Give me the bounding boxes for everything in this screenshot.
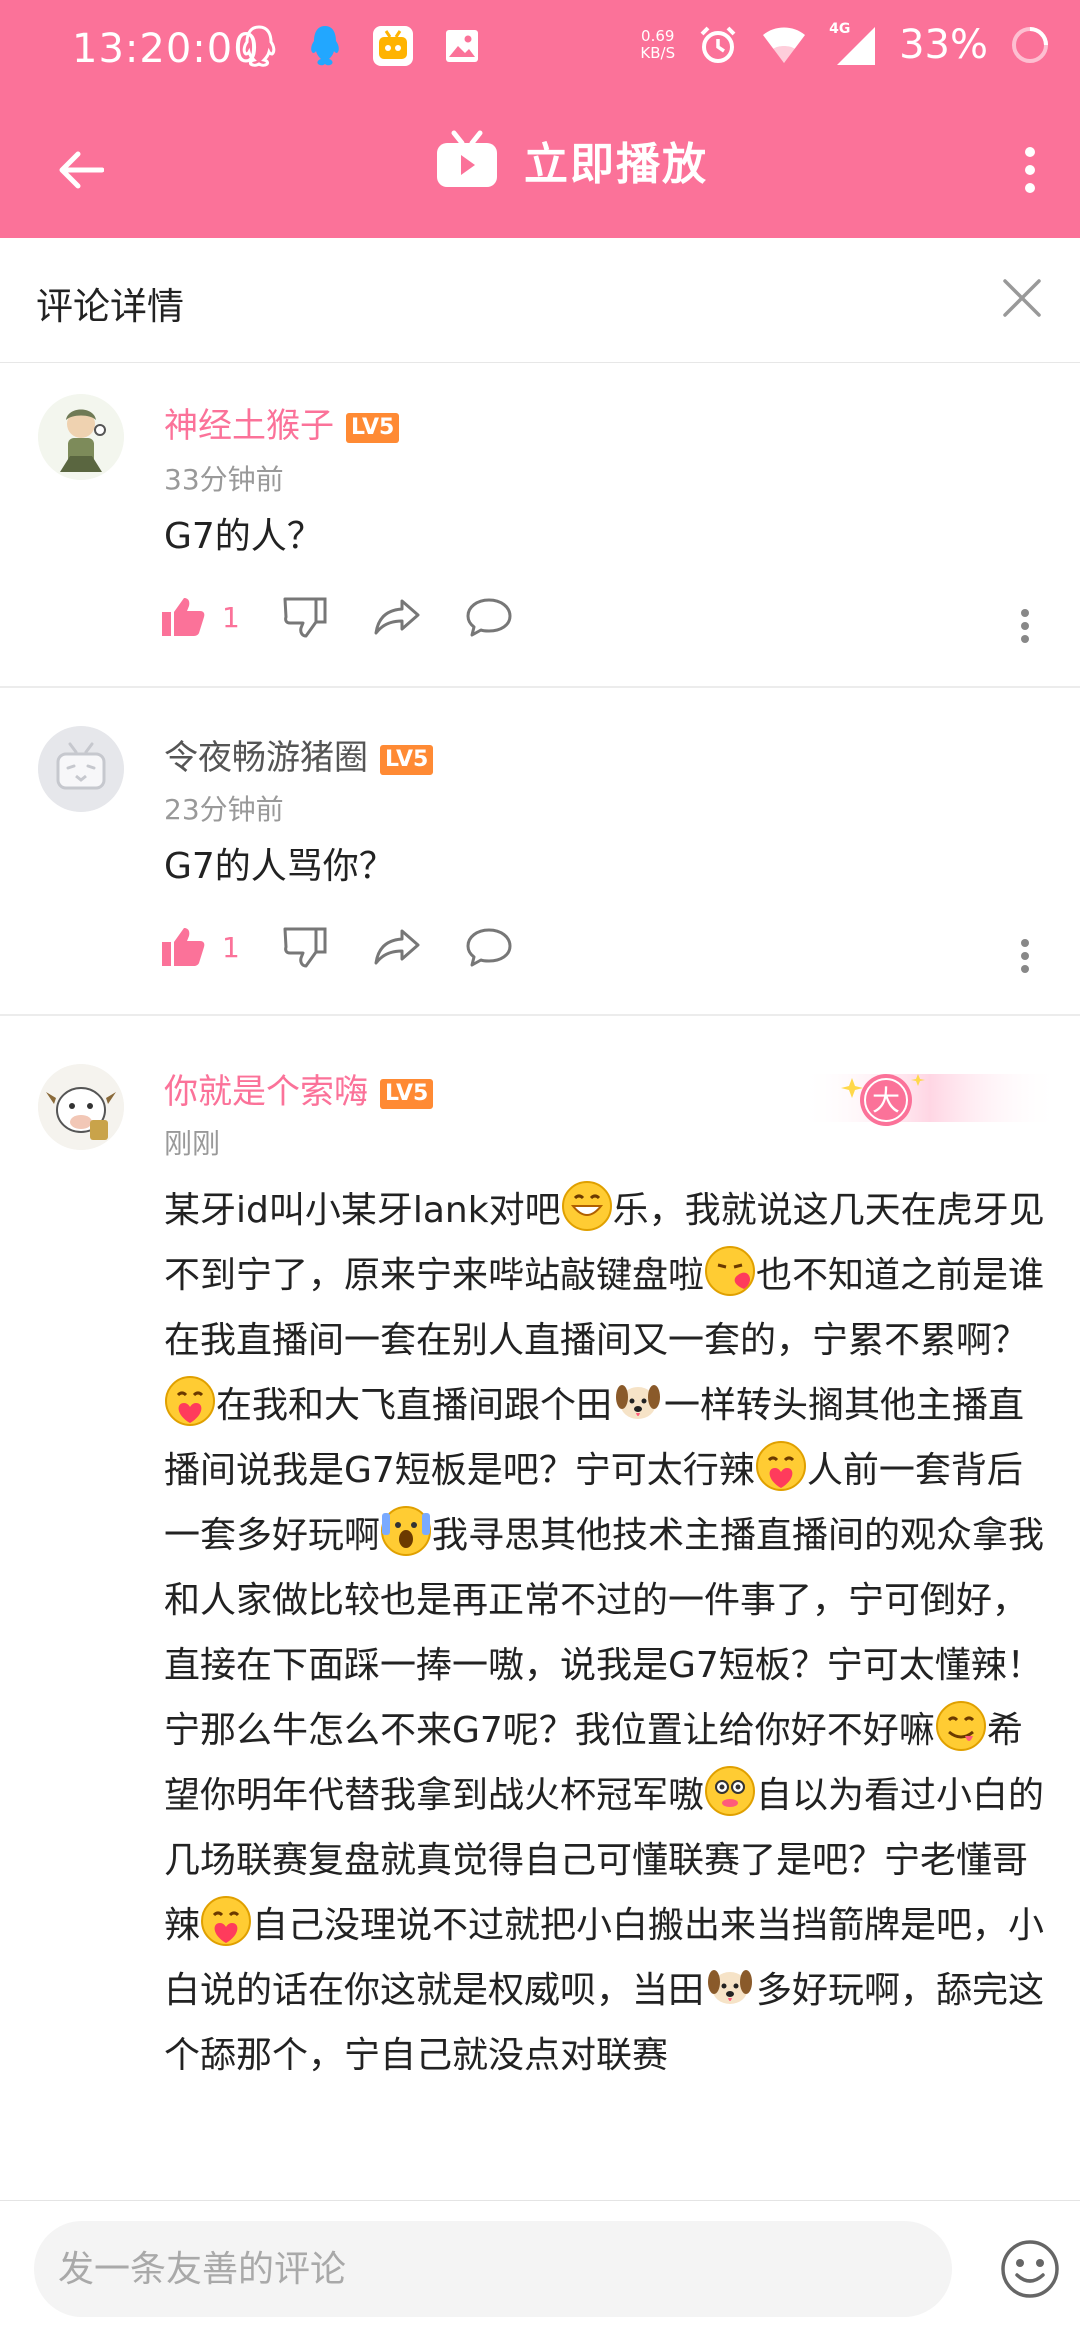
big-member-badge: 大 [800,1060,1060,1140]
share-icon [374,599,420,635]
heart-hug-face-icon [201,1896,252,1946]
more-vertical-icon [1021,939,1029,973]
like-button[interactable]: 1 [160,926,282,968]
comment-text: 某牙id叫小某牙lank对吧 乐，我就说这几天在虎牙见不到宁了，原来宁来哔站敲键盘… [164,1178,1054,2088]
grinning-face-icon [561,1181,612,1231]
status-bar: 13:20:00 0.69 KB/S 4G 33% [0,0,1080,100]
app-bar: 立即播放 [0,100,1080,238]
text-segment: 在我和大飞直播间跟个田 [216,1385,613,1426]
avatar[interactable] [38,726,124,812]
comment-input[interactable] [34,2221,952,2317]
reply-button[interactable] [466,927,512,967]
status-time: 13:20:00 [72,26,260,72]
comment-text: G7的人？ [164,516,323,557]
like-count: 1 [222,930,240,964]
comment-more-button[interactable] [1020,938,1030,978]
signal-icon [837,27,876,65]
net-speed: 0.69 KB/S [640,28,675,62]
comment-item: 你就是个索嗨 LV5 刚刚 某牙id叫小某牙lank对吧 乐，我就说这几天在虎牙见不… [0,1018,1080,2200]
level-badge: LV5 [380,1078,434,1109]
share-button[interactable] [374,927,420,967]
dog-face-icon [708,1970,753,2004]
play-now-label: 立即播放 [524,139,708,190]
comment-actions: 1 [160,926,512,968]
alarm-icon [700,26,736,63]
more-vertical-icon [1025,147,1035,193]
thumbs-down-icon [283,597,327,638]
net-speed-unit: KB/S [640,44,676,62]
comment-item: 令夜畅游猪圈 LV5 23分钟前 G7的人骂你？ 1 [0,690,1080,1014]
thumbs-down-icon [283,927,327,968]
thumbs-up-icon [162,928,205,966]
username-text: 神经土猴子 [164,406,334,446]
avatar-image [38,1064,124,1150]
share-icon [374,929,420,965]
avatar-image [38,394,124,480]
comment-username[interactable]: 你就是个索嗨 LV5 [164,1064,434,1113]
yum-face-icon [935,1701,986,1751]
play-now-button[interactable]: 立即播放 [434,128,708,192]
heart-hug-face-icon [755,1441,806,1491]
notification-icons [240,24,480,68]
more-vertical-icon [1021,609,1029,643]
back-arrow-icon [59,151,104,189]
qq-blue-icon [311,26,339,66]
play-tv-icon [437,130,497,187]
screaming-face-icon [381,1506,432,1556]
avatar[interactable] [38,394,124,480]
dislike-button[interactable] [282,596,328,638]
like-count: 1 [222,600,240,634]
close-button[interactable] [992,268,1052,328]
level-badge: LV5 [380,744,434,775]
battery-percent: 33% [899,22,988,68]
divider [0,1014,1080,1016]
like-button[interactable]: 1 [160,596,282,638]
comment-bubble-icon [466,598,512,637]
divider [0,686,1080,688]
signal-indicator: 4G [829,21,877,67]
qq-icon [242,25,276,67]
flushed-face-icon [705,1766,756,1816]
net-speed-value: 0.69 [641,27,675,45]
level-badge: LV5 [346,412,400,443]
status-right: 0.69 KB/S 4G 33% [640,21,1050,68]
comment-username[interactable]: 令夜畅游猪圈 LV5 [164,730,434,779]
comment-time: 刚刚 [164,1127,221,1160]
blowing-kiss-icon [705,1246,756,1296]
dislike-button[interactable] [282,926,328,968]
username-text: 你就是个索嗨 [164,1072,368,1112]
member-badge-graphic: 大 [800,1074,1060,1126]
comment-text: G7的人骂你？ [164,846,395,887]
comment-more-button[interactable] [1020,608,1030,648]
comment-detail-title: 评论详情 [36,285,184,328]
heart-hug-face-icon [165,1376,215,1426]
comment-input-bar [0,2200,1080,2341]
username-text: 令夜畅游猪圈 [164,738,368,778]
battery-icon [1012,27,1048,63]
emoji-button[interactable] [998,2237,1062,2301]
avatar-image [38,726,124,812]
comment-actions: 1 [160,596,512,638]
wifi-icon [763,27,806,63]
share-button[interactable] [374,597,420,637]
reply-button[interactable] [466,597,512,637]
back-button[interactable] [40,135,120,205]
comment-time: 23分钟前 [164,793,284,826]
comment-time: 33分钟前 [164,463,284,496]
more-options-button[interactable] [1000,130,1060,210]
image-icon [446,30,478,62]
close-icon [1003,279,1041,317]
thumbs-up-icon [162,598,205,636]
comment-username[interactable]: 神经土猴子 LV5 [164,398,400,447]
text-segment: 某牙id叫小某牙lank对吧 [164,1190,561,1231]
comment-detail-header: 评论详情 [0,238,1080,363]
avatar[interactable] [38,1064,124,1150]
bilibili-tv-icon [373,26,413,66]
emoji-face-icon [1001,2240,1059,2298]
comment-item: 神经土猴子 LV5 33分钟前 G7的人？ 1 [0,364,1080,686]
dog-face-icon [616,1385,661,1419]
comment-bubble-icon [466,928,512,967]
member-badge-text: 大 [872,1084,900,1117]
